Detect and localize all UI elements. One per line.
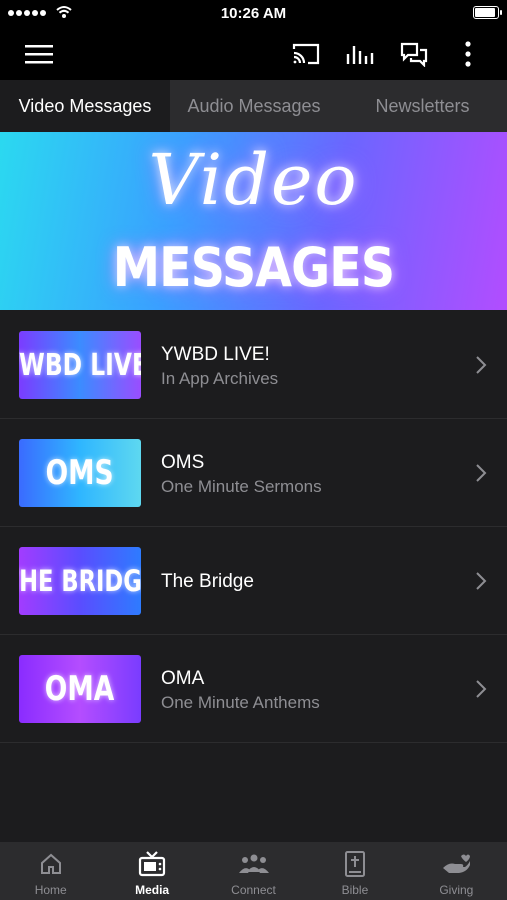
list-item-oma[interactable]: OMA OMA One Minute Anthems [0,635,507,743]
more-options-icon[interactable] [452,38,484,70]
app-bar [0,28,507,80]
nav-label: Connect [231,883,276,897]
chevron-right-icon [476,464,487,482]
thumbnail-label: YWBD LIVE! [19,347,141,383]
chevron-right-icon [476,356,487,374]
list-item-title: OMA [161,668,205,689]
status-bar: 10:26 AM [0,0,507,28]
menu-icon[interactable] [23,38,55,70]
media-tabs: Video Messages Audio Messages Newsletter… [0,80,507,132]
list-item-the-bridge[interactable]: THE BRIDGE The Bridge [0,527,507,635]
tv-icon [138,851,166,877]
tab-video-messages[interactable]: Video Messages [0,80,170,132]
tab-audio-messages[interactable]: Audio Messages [170,80,338,132]
bottom-nav: Home Media Connect Bible Giving [0,842,507,900]
nav-label: Media [135,883,170,897]
banner-script-text: Video [148,139,359,221]
list-item-ywbd-live[interactable]: YWBD LIVE! YWBD LIVE! In App Archives [0,311,507,419]
chevron-right-icon [476,680,487,698]
nav-label: Bible [341,883,369,897]
list-item-title: OMS [161,452,205,473]
list-item-subtitle: One Minute Anthems [161,693,320,712]
oms-thumbnail: OMS [19,439,141,507]
audio-bars-icon[interactable] [344,38,376,70]
list-item-subtitle: In App Archives [161,369,279,388]
thumbnail-label: THE BRIDGE [19,564,141,598]
the-bridge-thumbnail: THE BRIDGE [19,547,141,615]
video-messages-banner: Video MESSAGES [0,132,507,310]
nav-home[interactable]: Home [0,842,101,900]
chat-icon[interactable] [398,38,430,70]
cast-icon[interactable] [290,38,322,70]
status-time: 10:26 AM [220,5,287,22]
nav-label: Home [34,883,67,897]
ywbd-live-thumbnail: YWBD LIVE! [19,331,141,399]
list-item-title: YWBD LIVE! [161,344,270,365]
chevron-right-icon [476,572,487,590]
banner-title: MESSAGES [112,236,395,299]
people-icon [238,851,270,877]
bible-icon [344,851,366,877]
oma-thumbnail: OMA [19,655,141,723]
tab-newsletters[interactable]: Newsletters [338,80,507,132]
list-item-oms[interactable]: OMS OMS One Minute Sermons [0,419,507,527]
home-icon [39,851,63,877]
nav-connect[interactable]: Connect [203,842,304,900]
list-item-subtitle: One Minute Sermons [161,477,322,496]
nav-label: Giving [439,883,474,897]
giving-hand-icon [441,851,471,877]
list-item-title: The Bridge [161,571,254,592]
nav-bible[interactable]: Bible [304,842,405,900]
nav-media[interactable]: Media [101,842,202,900]
nav-giving[interactable]: Giving [406,842,507,900]
thumbnail-label: OMA [45,669,115,709]
video-series-list: YWBD LIVE! YWBD LIVE! In App Archives OM… [0,311,507,743]
thumbnail-label: OMS [45,453,115,493]
battery-icon [473,6,502,19]
